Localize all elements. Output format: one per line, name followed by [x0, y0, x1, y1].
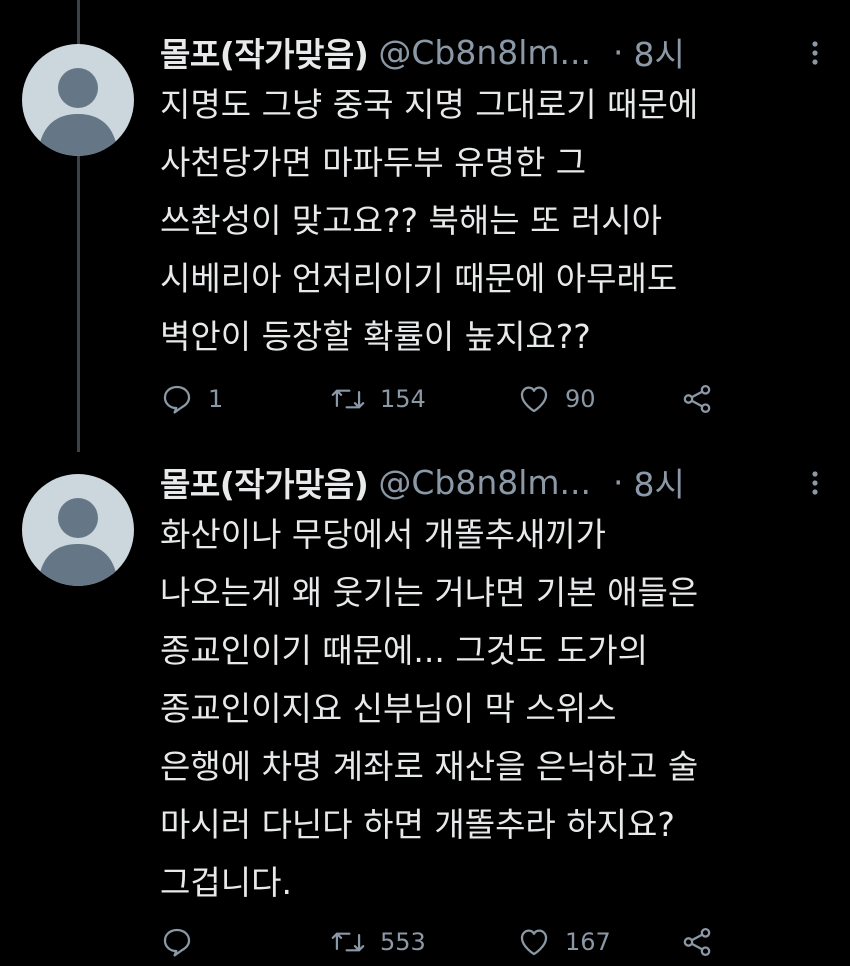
display-name[interactable]: 몰포(작가맞음): [160, 458, 369, 506]
share-icon: [683, 927, 711, 957]
tweet-text: 화산이나 무당에서 개똘추새끼가 나오는게 왜 웃기는 거냐면 기본 애들은 종…: [160, 515, 699, 902]
tweet-actions: 1 154 90: [160, 382, 760, 422]
like-count: 167: [565, 928, 611, 956]
timestamp[interactable]: 8시: [634, 458, 685, 506]
tweet-header: 몰포(작가맞음) @Cb8n8lm... · 8시: [160, 458, 830, 506]
more-options-icon[interactable]: [800, 466, 830, 500]
heart-icon: [520, 386, 548, 413]
more-options-icon[interactable]: [800, 36, 830, 70]
share-icon: [683, 384, 711, 414]
retweet-button[interactable]: 154: [330, 382, 426, 416]
tweet-text: 지명도 그냥 중국 지명 그대로기 때문에 사천당가면 마파두부 유명한 그 쓰…: [160, 85, 699, 356]
retweet-count: 553: [380, 928, 426, 956]
default-avatar-icon: [38, 68, 118, 156]
retweet-icon: [331, 389, 365, 409]
display-name[interactable]: 몰포(작가맞음): [160, 28, 369, 76]
avatar[interactable]: [22, 44, 134, 156]
reply-icon: [163, 385, 191, 414]
separator-dot: ·: [613, 462, 624, 502]
reply-button[interactable]: 1: [160, 382, 223, 416]
like-count: 90: [565, 385, 596, 413]
reply-icon: [163, 928, 191, 957]
reply-button[interactable]: [160, 925, 208, 959]
default-avatar-icon: [38, 498, 118, 586]
like-button[interactable]: 167: [517, 925, 611, 959]
share-button[interactable]: [680, 382, 714, 416]
retweet-button[interactable]: 553: [330, 925, 426, 959]
tweet-header: 몰포(작가맞음) @Cb8n8lm... · 8시: [160, 28, 830, 76]
avatar[interactable]: [22, 474, 134, 586]
username-handle[interactable]: @Cb8n8lm...: [378, 463, 591, 502]
retweet-icon: [331, 932, 365, 952]
like-button[interactable]: 90: [517, 382, 596, 416]
username-handle[interactable]: @Cb8n8lm...: [378, 33, 591, 72]
heart-icon: [520, 929, 548, 956]
reply-count: 1: [208, 385, 224, 413]
timestamp[interactable]: 8시: [634, 28, 685, 76]
separator-dot: ·: [613, 32, 624, 72]
retweet-count: 154: [380, 385, 426, 413]
tweet-actions: 553 167: [160, 925, 760, 965]
share-button[interactable]: [680, 925, 714, 959]
